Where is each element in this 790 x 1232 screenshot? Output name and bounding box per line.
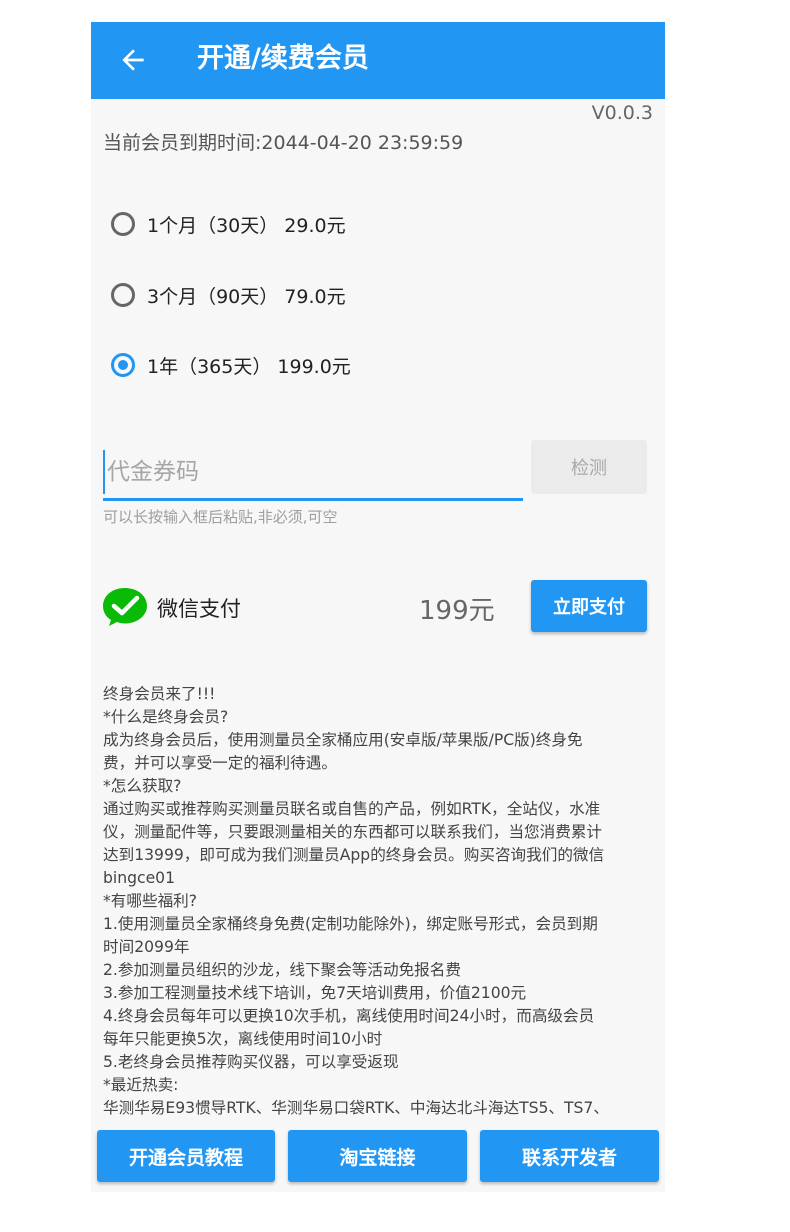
description-line: 时间2099年 — [103, 938, 190, 956]
description-line: 终身会员来了!!! — [103, 685, 216, 703]
description-line: 4.终身会员每年可以更换10次手机，离线使用时间24小时，而高级会员 — [103, 1007, 595, 1025]
contact-developer-button[interactable]: 联系开发者 — [480, 1130, 659, 1182]
check-coupon-button[interactable]: 检测 — [531, 440, 647, 494]
description-line: 2.参加测量员组织的沙龙，线下聚会等活动免报名费 — [103, 961, 461, 979]
description-line: 仪，测量配件等，只要跟测量相关的东西都可以联系我们，当您消费累计 — [103, 823, 603, 841]
plan-option-1-month[interactable]: 1个月（30天） 29.0元 — [111, 208, 346, 240]
description-line: 每年只能更换5次，离线使用时间10小时 — [103, 1030, 383, 1048]
plan-label: 3个月（90天） 79.0元 — [147, 285, 346, 308]
description-line: *最近热卖: — [103, 1076, 179, 1094]
description-line: 3.参加工程测量技术线下培训，免7天培训费用，价值2100元 — [103, 984, 527, 1002]
description-line: *有哪些福利? — [103, 892, 198, 910]
description-line: 华测华易E93惯导RTK、华测华易口袋RTK、中海达北斗海达TS5、TS7、 — [103, 1099, 609, 1117]
wechat-pay-icon — [103, 588, 147, 626]
membership-tutorial-button[interactable]: 开通会员教程 — [97, 1130, 275, 1182]
membership-description: 终身会员来了!!! *什么是终身会员? 成为终身会员后，使用测量员全家桶应用(安… — [103, 683, 655, 1119]
radio-button-checked[interactable] — [111, 353, 135, 377]
pay-now-button[interactable]: 立即支付 — [531, 580, 647, 632]
description-line: 通过购买或推荐购买测量员联名或自售的产品，例如RTK，全站仪，水准 — [103, 800, 601, 818]
page-title: 开通/续费会员 — [197, 43, 369, 74]
plan-option-1-year[interactable]: 1年（365天） 199.0元 — [111, 349, 351, 381]
description-line: 费，并可以享受一定的福利待遇。 — [103, 754, 337, 772]
description-line: 5.老终身会员推荐购买仪器，可以享受返现 — [103, 1053, 399, 1071]
payment-amount: 199元 — [419, 596, 495, 626]
coupon-hint: 可以长按输入框后粘贴,非必须,可空 — [103, 508, 338, 526]
plan-label: 1个月（30天） 29.0元 — [147, 214, 346, 237]
version-label: V0.0.3 — [591, 102, 653, 124]
payment-method-label: 微信支付 — [157, 597, 241, 621]
description-line: *怎么获取? — [103, 777, 182, 795]
plan-label: 1年（365天） 199.0元 — [147, 355, 351, 378]
radio-button[interactable] — [111, 283, 135, 307]
taobao-link-button[interactable]: 淘宝链接 — [288, 1130, 467, 1182]
description-line: 成为终身会员后，使用测量员全家桶应用(安卓版/苹果版/PC版)终身免 — [103, 731, 583, 749]
coupon-input[interactable] — [103, 450, 527, 494]
coupon-field — [103, 444, 527, 501]
description-line: bingce01 — [103, 869, 176, 887]
plan-option-3-months[interactable]: 3个月（90天） 79.0元 — [111, 279, 346, 311]
arrow-left-icon[interactable] — [117, 44, 149, 76]
description-line: 达到13999，即可成为我们测量员App的终身会员。购买咨询我们的微信 — [103, 846, 605, 864]
description-line: 1.使用测量员全家桶终身免费(定制功能除外)，绑定账号形式，会员到期 — [103, 915, 598, 933]
membership-expiry: 当前会员到期时间:2044-04-20 23:59:59 — [103, 132, 464, 154]
radio-button[interactable] — [111, 212, 135, 236]
app-screen: 开通/续费会员 V0.0.3 当前会员到期时间:2044-04-20 23:59… — [91, 22, 665, 1192]
description-line: *什么是终身会员? — [103, 708, 229, 726]
app-bar: 开通/续费会员 — [91, 22, 665, 99]
